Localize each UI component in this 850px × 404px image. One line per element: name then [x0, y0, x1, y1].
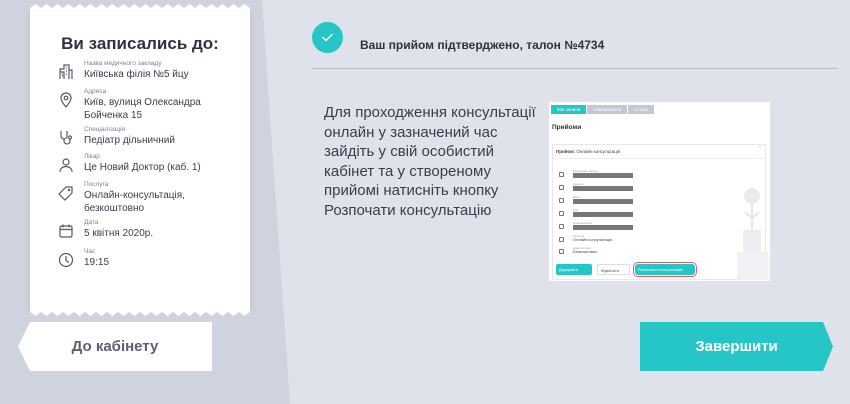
example-row-value: Онлайн консультація: [573, 237, 613, 242]
clinic-caption: Назва медичного закладу: [84, 60, 162, 67]
price-tag-icon: [58, 186, 73, 201]
finish-button[interactable]: Завершити: [640, 322, 833, 371]
example-row: Адреса: [559, 182, 639, 194]
example-card-header: Прийом: Онлайн консультація: [556, 149, 620, 154]
specialization-value: Педіатр дільничний: [84, 135, 175, 146]
date-value: 5 квітня 2020р.: [84, 228, 154, 239]
redacted-bar: [573, 199, 633, 204]
location-pin-icon: [559, 185, 564, 190]
example-row: Ціна послуги Безкоштовно: [559, 246, 639, 258]
example-row-value: Безкоштовно: [573, 249, 598, 254]
redacted-bar: [573, 173, 633, 178]
example-tab-my-records: Мої записи: [551, 105, 587, 114]
example-cancel-button: Відмінити: [597, 264, 630, 275]
doctor-value: Це Новий Доктор (каб. 1): [84, 162, 201, 173]
example-appointment-card: Прийом: Онлайн консультація ˆ Медичний з…: [552, 144, 766, 280]
appointment-ticket: Ви записались до: Назва медичного заклад…: [30, 12, 250, 308]
doctor-caption: Лікар: [84, 153, 100, 160]
stethoscope-icon: [60, 131, 73, 145]
example-tab-referrals: Направлення: [587, 105, 628, 114]
ticket-bottom-edge: [30, 308, 250, 316]
ticket-title: Ви записались до:: [61, 34, 219, 53]
example-tabs: Мої записи Направлення Історія: [551, 105, 655, 114]
redacted-bar: [573, 212, 633, 217]
example-heading: Прийоми: [552, 124, 582, 131]
service-value: Онлайн-консультація, безкоштовно: [84, 190, 185, 214]
stethoscope-icon: [559, 224, 564, 229]
example-screenshot: Мої записи Направлення Історія Прийоми П…: [548, 101, 771, 282]
plant-illustration: [737, 188, 769, 280]
address-caption: Адреса: [84, 88, 107, 95]
address-value: Київ, вулиця Олександра Бойченка 15: [84, 97, 201, 121]
clinic-value: Київська філія №5 йцу: [84, 69, 189, 80]
example-print-button: Друкувати: [556, 264, 592, 275]
doctor-icon: [59, 158, 73, 173]
redacted-bar: [573, 225, 633, 230]
confirmed-check-badge: [312, 22, 343, 53]
example-tab-history: Історія: [628, 105, 655, 114]
example-row: Спеціалізація: [559, 221, 639, 233]
example-card-divider: [553, 158, 765, 159]
chevron-up-icon: ˆ: [759, 147, 761, 153]
example-row: Послуга Онлайн консультація: [559, 234, 639, 246]
building-icon: [559, 172, 564, 177]
example-card-value: Онлайн консультація: [576, 149, 621, 154]
time-value: 19:15: [84, 257, 110, 268]
building-icon: [59, 64, 73, 79]
header-divider: [312, 68, 838, 69]
specialization-caption: Спеціалізація: [84, 126, 126, 133]
checkmark-icon: [322, 33, 333, 42]
clock-icon: [58, 252, 74, 268]
location-pin-icon: [60, 92, 72, 108]
price-tag-icon: [559, 249, 564, 254]
instructions-text: Для проходження консультації онлайн у за…: [324, 104, 536, 219]
price-tag-icon: [559, 237, 564, 242]
ticket-top-edge: [30, 4, 250, 12]
calendar-icon: [59, 224, 73, 238]
example-start-consultation-button: Розпочати консультацію: [633, 262, 697, 277]
date-caption: Дата: [84, 219, 99, 226]
example-row: Час: [559, 208, 639, 220]
example-row: Дата: [559, 195, 639, 207]
confirmation-message: Ваш прийом підтверджено, талон №4734: [360, 38, 605, 52]
redacted-bar: [573, 186, 633, 191]
clock-icon: [559, 211, 564, 216]
calendar-icon: [559, 198, 564, 203]
time-caption: Час: [84, 248, 96, 255]
to-cabinet-button[interactable]: До кабінету: [18, 322, 212, 371]
service-caption: Послуга: [84, 181, 109, 188]
example-row: Медичний заклад: [559, 169, 639, 181]
example-card-label: Прийом:: [556, 149, 576, 154]
